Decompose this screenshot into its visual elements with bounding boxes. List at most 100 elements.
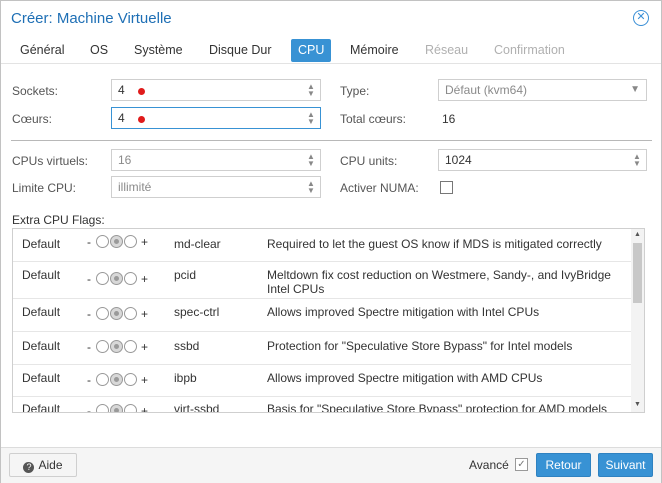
tab-bar: Général OS Système Disque Dur CPU Mémoir… bbox=[1, 39, 661, 63]
cpu-limit-value: illimité bbox=[118, 180, 152, 194]
flag-on-radio[interactable] bbox=[124, 340, 137, 353]
table-row: Default - + md-clear Required to let the… bbox=[13, 229, 632, 262]
cpu-units-field[interactable]: 1024 ▲ ▼ bbox=[438, 149, 647, 171]
spinner-icon[interactable]: ▲ ▼ bbox=[306, 83, 316, 98]
spinner-icon[interactable]: ▲ ▼ bbox=[306, 111, 316, 126]
flag-toggle: - + bbox=[87, 340, 149, 354]
help-button[interactable]: ? Aide bbox=[9, 453, 77, 477]
flag-name: md-clear bbox=[174, 237, 221, 251]
flag-description: Basis for "Speculative Store Bypass" pro… bbox=[267, 402, 608, 413]
flag-description: Allows improved Spectre mitigation with … bbox=[267, 305, 540, 319]
flag-state: Default bbox=[22, 237, 61, 251]
advanced-label: Avancé bbox=[469, 458, 509, 472]
cores-field[interactable]: 4 ▲ ▼ bbox=[111, 107, 321, 129]
flag-off-radio[interactable] bbox=[96, 404, 109, 412]
grid-scrollbar[interactable]: ▲ ▼ bbox=[631, 229, 644, 412]
flag-off-radio[interactable] bbox=[96, 272, 109, 285]
sockets-label: Sockets: bbox=[12, 84, 59, 98]
flag-name: ssbd bbox=[174, 339, 200, 353]
cpu-flags-grid: Default - + md-clear Required to let the… bbox=[12, 228, 645, 413]
table-row: Default - + ssbd Protection for "Specula… bbox=[13, 332, 632, 365]
flag-toggle: - + bbox=[87, 402, 157, 412]
scrollbar-thumb[interactable] bbox=[633, 243, 642, 303]
create-vm-dialog: Créer: Machine Virtuelle ✕ Général OS Sy… bbox=[0, 0, 662, 483]
flag-on-radio[interactable] bbox=[124, 373, 137, 386]
flag-state: Default bbox=[22, 402, 61, 413]
flag-state: Default bbox=[22, 339, 61, 353]
flag-toggle: - + bbox=[87, 307, 149, 321]
spinner-icon[interactable]: ▲ ▼ bbox=[632, 153, 642, 168]
flag-state: Default bbox=[22, 371, 61, 385]
flag-description: Protection for "Speculative Store Bypass… bbox=[267, 339, 573, 353]
next-button[interactable]: Suivant bbox=[598, 453, 653, 477]
advanced-checkbox[interactable]: ✓ bbox=[515, 458, 528, 471]
cpu-units-value: 1024 bbox=[445, 153, 472, 167]
tab-divider bbox=[1, 63, 661, 64]
marker-dot bbox=[138, 88, 145, 95]
tab-system[interactable]: Système bbox=[127, 39, 190, 62]
flag-off-radio[interactable] bbox=[96, 340, 109, 353]
cpu-units-label: CPU units: bbox=[340, 154, 398, 168]
flag-default-radio[interactable] bbox=[110, 340, 123, 353]
flag-state: Default bbox=[22, 268, 61, 282]
help-label: Aide bbox=[38, 458, 63, 472]
tab-hard-disk[interactable]: Disque Dur bbox=[202, 39, 279, 62]
total-cores-label: Total cœurs: bbox=[340, 112, 407, 126]
tab-cpu[interactable]: CPU bbox=[291, 39, 332, 62]
scroll-up-icon[interactable]: ▲ bbox=[634, 231, 641, 238]
dialog-footer: ? Aide Avancé ✓ Retour Suivant bbox=[1, 447, 661, 483]
flag-default-radio[interactable] bbox=[110, 404, 123, 412]
tab-os[interactable]: OS bbox=[83, 39, 115, 62]
cpu-type-select[interactable]: Défaut (kvm64) ▼ bbox=[438, 79, 647, 101]
sockets-field[interactable]: 4 ▲ ▼ bbox=[111, 79, 321, 101]
table-row: Default - + spec-ctrl Allows improved Sp… bbox=[13, 299, 632, 332]
flag-off-radio[interactable] bbox=[96, 235, 109, 248]
flag-on-radio[interactable] bbox=[124, 307, 137, 320]
tab-memory[interactable]: Mémoire bbox=[343, 39, 406, 62]
flag-name: spec-ctrl bbox=[174, 305, 220, 319]
flag-default-radio[interactable] bbox=[110, 272, 123, 285]
flag-default-radio[interactable] bbox=[110, 235, 123, 248]
cpu-limit-label: Limite CPU: bbox=[12, 181, 77, 195]
vcpus-field[interactable]: 16 ▲ ▼ bbox=[111, 149, 321, 171]
flag-name: virt-ssbd bbox=[174, 402, 220, 413]
cpu-limit-field[interactable]: illimité ▲ ▼ bbox=[111, 176, 321, 198]
flag-description: Required to let the guest OS know if MDS… bbox=[267, 237, 602, 251]
flag-on-radio[interactable] bbox=[124, 404, 137, 412]
flag-name: ibpb bbox=[174, 371, 197, 385]
sockets-value: 4 bbox=[118, 83, 125, 97]
flag-on-radio[interactable] bbox=[124, 235, 137, 248]
flag-off-radio[interactable] bbox=[96, 307, 109, 320]
flag-name: pcid bbox=[174, 268, 197, 282]
section-divider bbox=[11, 140, 652, 141]
tab-network: Réseau bbox=[425, 43, 469, 57]
flag-default-radio[interactable] bbox=[110, 373, 123, 386]
marker-dot bbox=[138, 116, 145, 123]
dialog-title: Créer: Machine Virtuelle bbox=[11, 10, 172, 27]
numa-checkbox[interactable] bbox=[440, 181, 453, 194]
cores-value: 4 bbox=[118, 111, 125, 125]
extra-flags-title: Extra CPU Flags: bbox=[12, 213, 105, 227]
table-row: Default - + pcid Meltdown fix cost reduc… bbox=[13, 262, 632, 299]
flag-state: Default bbox=[22, 305, 61, 319]
tab-general[interactable]: Général bbox=[13, 39, 71, 62]
back-button[interactable]: Retour bbox=[536, 453, 591, 477]
numa-label: Activer NUMA: bbox=[340, 181, 419, 195]
help-icon: ? bbox=[23, 462, 35, 473]
flag-on-radio[interactable] bbox=[124, 272, 137, 285]
cpu-type-value: Défaut (kvm64) bbox=[445, 83, 528, 97]
flag-off-radio[interactable] bbox=[96, 373, 109, 386]
flag-default-radio[interactable] bbox=[110, 307, 123, 320]
scroll-down-icon[interactable]: ▼ bbox=[634, 401, 641, 408]
table-row: Default - + virt-ssbd Basis for "Specula… bbox=[13, 397, 632, 413]
close-icon[interactable]: ✕ bbox=[633, 10, 649, 26]
spinner-icon[interactable]: ▲ ▼ bbox=[306, 153, 316, 168]
table-row: Default - + ibpb Allows improved Spectre… bbox=[13, 365, 632, 397]
spinner-icon[interactable]: ▲ ▼ bbox=[306, 180, 316, 195]
total-cores-value: 16 bbox=[442, 112, 456, 126]
tab-confirmation: Confirmation bbox=[494, 43, 565, 57]
flag-description: Meltdown fix cost reduction on Westmere,… bbox=[267, 268, 611, 296]
type-label: Type: bbox=[340, 84, 370, 98]
chevron-down-icon[interactable]: ▼ bbox=[630, 80, 640, 100]
title-bar: Créer: Machine Virtuelle ✕ bbox=[1, 1, 661, 37]
